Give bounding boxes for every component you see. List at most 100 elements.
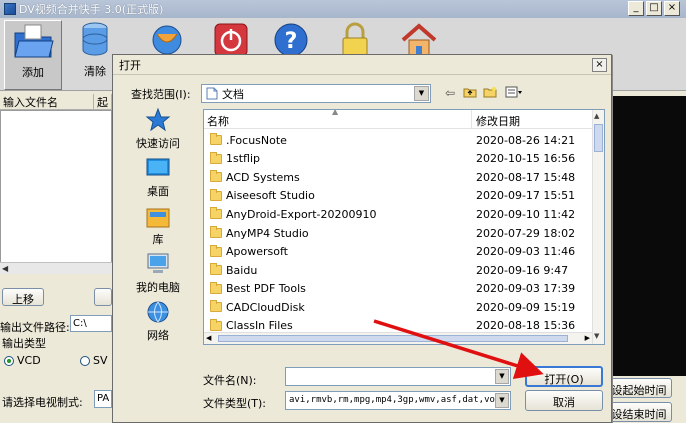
file-list-header: 输入文件名 起 (0, 94, 112, 110)
document-icon (206, 87, 218, 100)
file-date: 2020-09-03 17:39 (476, 282, 576, 296)
horizontal-scrollbar[interactable]: ◀ (0, 262, 112, 274)
column-input-filename[interactable]: 输入文件名 (0, 94, 94, 109)
vertical-scroll-thumb[interactable] (594, 124, 603, 152)
dialog-title: 打开 (119, 58, 141, 72)
place-computer[interactable]: 我的电脑 (127, 251, 189, 301)
radio-svcd-label: SV (93, 354, 108, 367)
open-button[interactable]: 打开(O) (525, 366, 603, 387)
file-row[interactable]: Best PDF Tools 2020-09-03 17:39 (204, 279, 592, 298)
file-name: CADCloudDisk (226, 300, 305, 314)
set-end-time-button[interactable]: 设结束时间 (606, 402, 672, 422)
chevron-down-icon[interactable]: ▼ (414, 86, 429, 101)
filetype-label: 文件类型(T): (203, 397, 267, 410)
file-name-cell: ACD Systems (204, 170, 472, 184)
place-computer-label: 我的电脑 (136, 281, 180, 294)
filetype-select[interactable]: avi,rmvb,rm,mpg,mp4,3gp,wmv,asf,dat,vob … (285, 391, 511, 410)
scroll-right-icon[interactable]: ▶ (585, 334, 590, 342)
file-name-cell: ClassIn Files (204, 318, 472, 333)
file-date: 2020-09-16 9:47 (476, 263, 569, 277)
file-name: ClassIn Files (226, 319, 293, 333)
up-folder-icon[interactable] (463, 86, 477, 101)
look-in-select[interactable]: 文档 ▼ (201, 84, 431, 103)
place-library[interactable]: 库 (127, 203, 189, 253)
dialog-close-button[interactable]: × (592, 58, 607, 72)
look-in-value: 文档 (222, 87, 244, 101)
file-name-cell: 1stflip (204, 151, 472, 166)
column-name[interactable]: 名称 ▲ (204, 110, 472, 129)
file-list-columns: 名称 ▲ 修改日期 (204, 110, 592, 129)
minimize-button[interactable]: _ (628, 1, 644, 16)
folder-icon (210, 188, 222, 201)
file-row[interactable]: ACD Systems 2020-08-17 15:48 (204, 168, 592, 187)
radio-vcd-label: VCD (17, 354, 41, 367)
file-list-horizontal-scrollbar[interactable]: ◀ ▶ (204, 332, 592, 344)
input-file-list[interactable] (0, 110, 112, 270)
column-modified[interactable]: 修改日期 (472, 110, 592, 129)
file-row[interactable]: CADCloudDisk 2020-09-09 15:19 (204, 298, 592, 317)
column-start[interactable]: 起 (94, 94, 112, 109)
radio-svcd-indicator (80, 355, 90, 366)
filename-input[interactable]: ▼ (285, 367, 511, 386)
place-quick-access-label: 快速访问 (136, 137, 180, 150)
folder-icon (210, 133, 222, 146)
add-button[interactable]: 添加 (4, 20, 62, 90)
folder-icon (210, 207, 222, 220)
folder-icon (210, 226, 222, 238)
file-row[interactable]: Apowersoft 2020-09-03 11:46 (204, 242, 592, 261)
file-date: 2020-08-26 14:21 (476, 133, 576, 147)
vertical-scrollbar[interactable]: ▲ ▼ (592, 110, 604, 344)
window-title: DV视频合并快手 3.0(正式版) (19, 3, 164, 16)
maximize-button[interactable]: □ (646, 1, 662, 16)
place-quick-access[interactable]: 快速访问 (127, 107, 189, 157)
horizontal-scroll-thumb[interactable] (218, 335, 568, 342)
video-preview (612, 96, 686, 376)
file-row[interactable]: Aiseesoft Studio 2020-09-17 15:51 (204, 187, 592, 206)
set-start-time-button[interactable]: 设起始时间 (606, 378, 672, 398)
radio-svcd[interactable]: SV (80, 354, 108, 367)
place-desktop[interactable]: 桌面 (127, 155, 189, 205)
back-icon[interactable]: ⇦ (445, 86, 455, 100)
folder-icon (210, 300, 222, 313)
scroll-left-icon[interactable]: ◀ (2, 264, 8, 273)
file-name-cell: Apowersoft (204, 244, 472, 259)
file-name-cell: Baidu (204, 263, 472, 277)
network-icon (147, 301, 169, 323)
output-path-input[interactable]: C:\ (70, 315, 112, 332)
file-row[interactable]: Baidu 2020-09-16 9:47 (204, 261, 592, 280)
file-name: Aiseesoft Studio (226, 189, 315, 203)
tv-format-select[interactable]: PA (94, 390, 112, 408)
file-name: Apowersoft (226, 245, 288, 259)
chevron-down-icon[interactable]: ▼ (495, 369, 509, 384)
view-menu-icon[interactable] (505, 86, 523, 101)
file-row[interactable]: 1stflip 2020-10-15 16:56 (204, 150, 592, 169)
move-up-button[interactable]: 上移 (2, 288, 44, 306)
cancel-button[interactable]: 取消 (525, 390, 603, 411)
chevron-down-icon[interactable]: ▼ (495, 393, 509, 408)
file-name: .FocusNote (226, 133, 287, 147)
radio-vcd[interactable]: VCD (4, 354, 41, 367)
app-window: DV视频合并快手 3.0(正式版) _ □ × 添加 清除 ? 输入文件名 起 … (0, 0, 686, 423)
folder-icon (14, 24, 54, 58)
folder-icon (210, 151, 222, 164)
scroll-up-icon[interactable]: ▲ (594, 112, 599, 120)
file-date: 2020-07-29 18:02 (476, 226, 576, 240)
file-date: 2020-08-17 15:48 (476, 170, 576, 184)
move-down-button[interactable] (94, 288, 112, 306)
file-date: 2020-10-15 16:56 (476, 152, 576, 166)
file-name: 1stflip (226, 152, 261, 166)
file-row[interactable]: AnyMP4 Studio 2020-07-29 18:02 (204, 224, 592, 243)
file-list-view[interactable]: 名称 ▲ 修改日期 .FocusNote 2020-08-26 14:21 1stf… (203, 109, 605, 345)
new-folder-icon[interactable] (483, 86, 497, 101)
place-network[interactable]: 网络 (127, 299, 189, 349)
file-name: Baidu (226, 263, 258, 277)
folder-icon (210, 263, 222, 276)
scroll-down-icon[interactable]: ▼ (594, 332, 599, 340)
file-row[interactable]: .FocusNote 2020-08-26 14:21 (204, 131, 592, 150)
right-panel: 设起始时间 设结束时间 (606, 92, 686, 423)
scroll-left-icon[interactable]: ◀ (206, 334, 211, 342)
file-name-cell: CADCloudDisk (204, 300, 472, 314)
file-row[interactable]: AnyDroid-Export-20200910 2020-09-10 11:42 (204, 205, 592, 224)
close-button[interactable]: × (664, 1, 680, 16)
folder-icon (210, 244, 222, 257)
